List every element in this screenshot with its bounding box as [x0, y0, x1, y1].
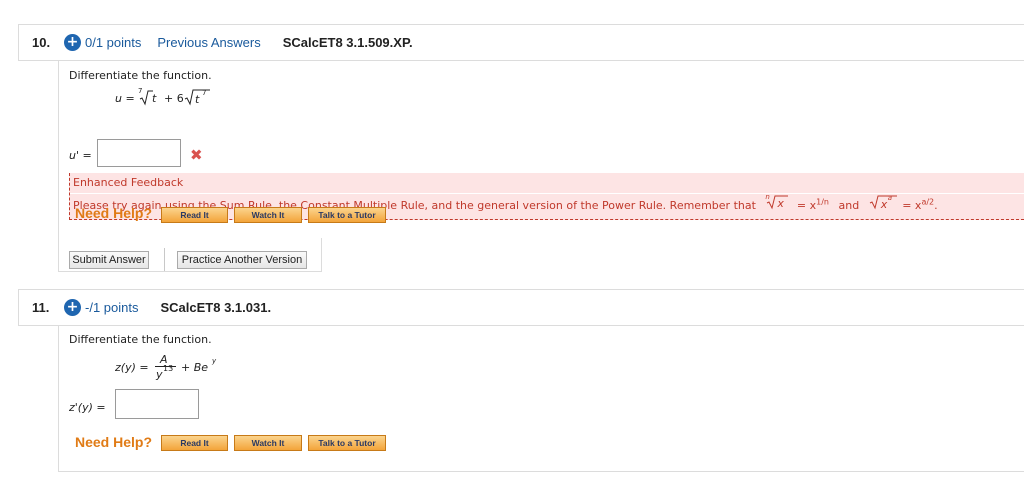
question-11: 11. + -/1 points SCalcET8 3.1.031. Diffe…	[18, 289, 1024, 473]
question-number: 11.	[32, 300, 50, 315]
question-number: 10.	[32, 35, 51, 50]
watch-it-button[interactable]: Watch It	[234, 207, 302, 223]
plus-circle-icon[interactable]: +	[64, 299, 81, 316]
plus-circle-icon[interactable]: +	[64, 34, 81, 51]
need-help-label: Need Help?	[75, 205, 153, 221]
radicand-t: t	[152, 92, 157, 105]
answer-label: z'(y) =	[69, 401, 106, 414]
talk-to-tutor-button[interactable]: Talk to a Tutor	[308, 435, 386, 451]
submit-area-border	[321, 238, 322, 272]
question-10-body: Differentiate the function. u = 7 t + 6 …	[58, 61, 1024, 272]
submit-answer-button[interactable]: Submit Answer	[69, 251, 149, 269]
answer-input[interactable]	[115, 389, 199, 419]
points-score: 0/1 points	[85, 35, 142, 50]
answer-label: u' =	[69, 149, 92, 162]
read-it-button[interactable]: Read It	[161, 435, 228, 451]
question-11-header: 11. + -/1 points SCalcET8 3.1.031.	[18, 289, 1024, 326]
radicand-x: x	[777, 197, 784, 210]
question-id: SCalcET8 3.1.509.XP.	[282, 35, 413, 50]
read-it-button[interactable]: Read It	[161, 207, 228, 223]
feedback-divider	[70, 193, 1024, 194]
question-11-body: Differentiate the function. z(y) = A y 1…	[58, 326, 1024, 472]
submit-area-border	[58, 271, 322, 272]
equals-x: = x	[902, 199, 922, 212]
function-expression: z(y) = A y 13 + Be y	[115, 353, 235, 381]
feedback-title: Enhanced Feedback	[73, 176, 184, 189]
question-10-header: 10. + 0/1 points Previous Answers SCalcE…	[18, 24, 1024, 61]
fraction-denominator: y	[156, 368, 163, 381]
question-prompt: Differentiate the function.	[69, 333, 212, 346]
question-10: 10. + 0/1 points Previous Answers SCalcE…	[18, 24, 1024, 284]
need-help-label: Need Help?	[75, 434, 153, 450]
question-id: SCalcET8 3.1.031.	[160, 300, 272, 315]
radical-sign-icon	[139, 90, 153, 106]
radicand-t-power: t	[195, 93, 200, 106]
button-separator	[164, 248, 165, 272]
watch-it-button[interactable]: Watch It	[234, 435, 302, 451]
radicand-exponent: 7	[202, 89, 207, 97]
sqrt-expression: x a	[869, 194, 899, 211]
function-lhs: u =	[115, 92, 135, 105]
exponent-1-over-n: 1/n	[816, 197, 829, 207]
and-word: and	[838, 199, 860, 212]
talk-to-tutor-button[interactable]: Talk to a Tutor	[308, 207, 386, 223]
period: .	[934, 199, 938, 212]
radicand-x: x	[880, 198, 888, 211]
practice-another-version-button[interactable]: Practice Another Version	[177, 251, 307, 269]
exponent-y: y	[212, 357, 217, 365]
equals-x: = x	[796, 199, 817, 212]
close-x-icon: ✖	[190, 146, 203, 164]
radicand-exponent: a	[887, 194, 892, 202]
plus-be-term: + Be	[181, 361, 209, 374]
previous-answers-link[interactable]: Previous Answers	[157, 35, 260, 50]
question-prompt: Differentiate the function.	[69, 69, 212, 82]
function-expression: u = 7 t + 6 t 7	[115, 87, 255, 107]
nth-root-expression: n x	[765, 193, 793, 210]
points-score: -/1 points	[85, 300, 139, 315]
function-lhs: z(y) =	[115, 361, 149, 374]
answer-input[interactable]	[97, 139, 181, 167]
plus-six: + 6	[164, 92, 184, 105]
exponent-a-over-2: a/2	[921, 197, 935, 207]
denominator-exponent: 13	[163, 364, 174, 373]
